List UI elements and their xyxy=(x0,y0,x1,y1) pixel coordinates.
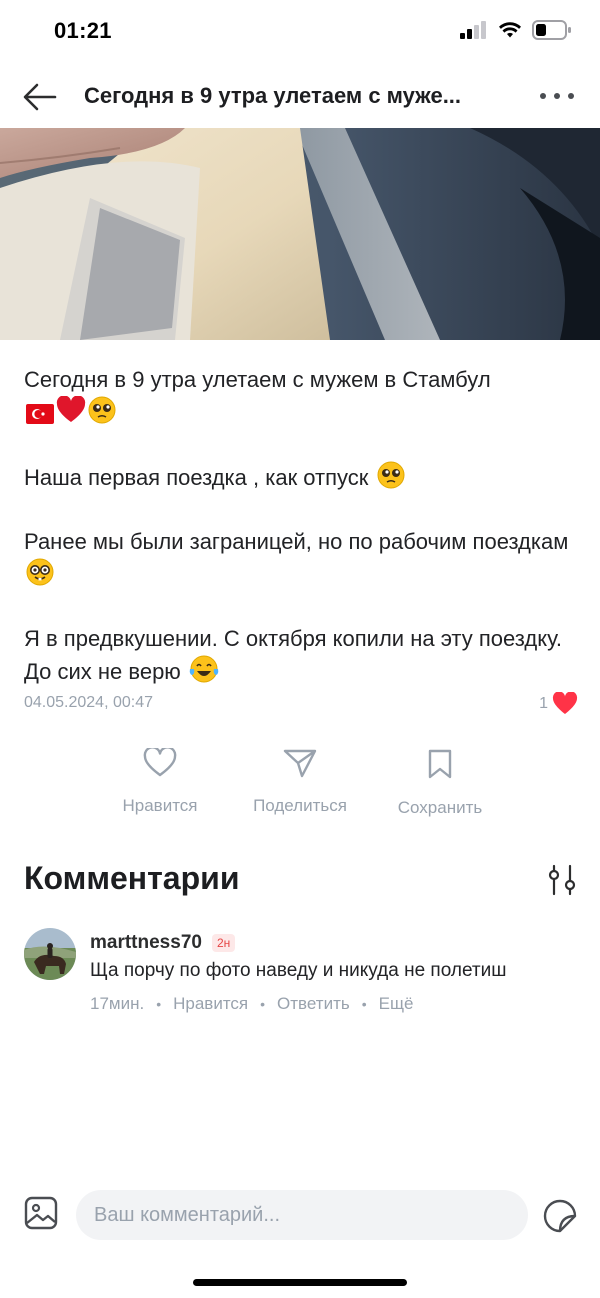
post-text: Сегодня в 9 утра улетаем с мужем в Стамб… xyxy=(24,364,576,688)
comment-text: Ща порчу по фото наведу и никуда не поле… xyxy=(90,960,507,981)
tears-of-joy-icon xyxy=(189,655,219,683)
post-date: 04.05.2024, 00:47 xyxy=(24,694,154,711)
paper-plane-icon xyxy=(283,749,317,778)
heart-filled-icon xyxy=(552,692,578,714)
share-label: Поделиться xyxy=(253,796,347,815)
comment-author[interactable]: marttness70 xyxy=(90,932,202,954)
more-dot-icon xyxy=(540,93,546,99)
save-label: Сохранить xyxy=(397,798,483,817)
like-button[interactable]: Нравится xyxy=(110,748,210,816)
post-line-2: Наша первая поездка , как отпуск xyxy=(24,465,369,490)
post-paragraph: Я в предвкушении. С октября копили на эт… xyxy=(24,623,576,688)
pleading-face-icon xyxy=(377,461,405,489)
more-dot-icon xyxy=(554,93,560,99)
sticker-button[interactable] xyxy=(542,1198,578,1234)
comment-input[interactable] xyxy=(76,1190,528,1240)
post-paragraph: Ранее мы были заграницей, но по рабочим … xyxy=(24,526,576,591)
separator-dot: • xyxy=(156,996,162,1012)
post-actions: Нравится Поделиться Сохранить xyxy=(0,748,600,828)
sticker-icon xyxy=(543,1199,577,1233)
nav-bar: Сегодня в 9 утра улетаем с муже... xyxy=(0,64,600,128)
image-icon xyxy=(24,1196,58,1230)
separator-dot: • xyxy=(260,996,266,1012)
arrow-left-icon xyxy=(23,83,57,111)
sliders-icon xyxy=(548,864,576,896)
more-options-button[interactable] xyxy=(540,86,574,106)
like-label: Нравится xyxy=(122,796,198,815)
comment-body: marttness70 2н Ща порчу по фото наведу и… xyxy=(90,932,570,1014)
post-photo[interactable] xyxy=(0,128,600,340)
post-photo-image xyxy=(0,128,600,340)
post-line-3: Ранее мы были заграницей, но по рабочим … xyxy=(24,529,569,554)
avatar-image xyxy=(24,928,76,980)
battery-icon xyxy=(532,20,571,40)
post-paragraph: Наша первая поездка , как отпуск xyxy=(24,461,576,494)
attach-photo-button[interactable] xyxy=(24,1196,58,1230)
comment-reply-button[interactable]: Ответить xyxy=(277,994,350,1014)
comment-more-button[interactable]: Ещё xyxy=(379,994,414,1014)
nerd-face-icon xyxy=(26,558,54,586)
more-dot-icon xyxy=(568,93,574,99)
comments-title: Комментарии xyxy=(24,860,240,896)
comment-header: marttness70 2н xyxy=(90,932,570,954)
comment-time: 17мин. xyxy=(90,994,145,1013)
pleading-face-icon xyxy=(88,396,116,424)
comment-badge: 2н xyxy=(211,934,236,952)
flag-turkey-icon xyxy=(26,404,54,424)
avatar[interactable] xyxy=(24,928,76,980)
status-bar: 01:21 xyxy=(0,0,600,64)
share-button[interactable]: Поделиться xyxy=(240,748,360,816)
back-button[interactable] xyxy=(22,82,58,112)
likes-count: 1 xyxy=(539,695,548,712)
heart-outline-icon xyxy=(143,748,177,777)
wifi-icon xyxy=(499,22,521,38)
red-heart-icon xyxy=(56,396,86,422)
home-indicator xyxy=(193,1279,407,1286)
save-button[interactable]: Сохранить xyxy=(386,748,494,818)
comment-footer: 17мин. • Нравится • Ответить • Ещё xyxy=(90,994,570,1014)
bookmark-icon xyxy=(428,749,452,779)
status-time: 01:21 xyxy=(54,18,112,43)
comment-composer xyxy=(0,1186,600,1246)
post-line-4: Я в предвкушении. С октября копили на эт… xyxy=(24,626,562,684)
comment-like-button[interactable]: Нравится xyxy=(173,994,248,1014)
likes-counter[interactable]: 1 xyxy=(539,692,578,716)
page-title: Сегодня в 9 утра улетаем с муже... xyxy=(84,83,462,108)
post-line-1: Сегодня в 9 утра улетаем с мужем в Стамб… xyxy=(24,367,491,392)
signal-icon xyxy=(460,21,486,39)
status-icons xyxy=(460,20,572,40)
separator-dot: • xyxy=(361,996,367,1012)
comments-filter-button[interactable] xyxy=(546,864,578,896)
post-paragraph: Сегодня в 9 утра улетаем с мужем в Стамб… xyxy=(24,364,576,429)
